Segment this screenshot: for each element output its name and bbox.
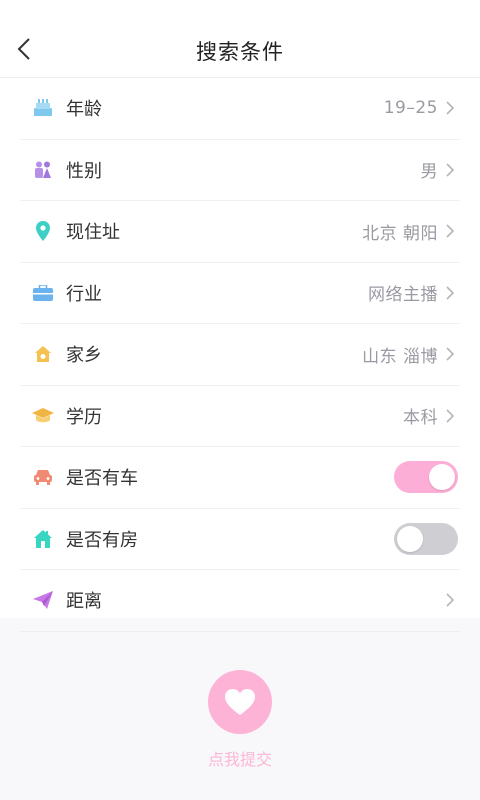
chevron-right-icon — [444, 221, 456, 241]
location-pin-icon — [32, 220, 54, 242]
row-label: 是否有房 — [66, 529, 138, 551]
chevron-right-icon — [444, 283, 456, 303]
house-icon — [32, 528, 54, 550]
briefcase-icon — [32, 282, 54, 304]
header-bar: 搜索条件 — [0, 0, 480, 78]
heart-icon — [225, 689, 255, 715]
toggle-knob — [429, 464, 455, 491]
home-icon — [32, 343, 54, 365]
row-value: 男 — [420, 162, 438, 183]
row-gender[interactable]: 性别 男 — [20, 140, 460, 201]
cake-icon — [32, 97, 54, 119]
row-current-address[interactable]: 现住址 北京 朝阳 — [20, 201, 460, 263]
row-distance[interactable]: 距离 — [20, 570, 460, 632]
row-label: 年龄 — [66, 99, 102, 121]
graduation-cap-icon — [32, 405, 54, 427]
chevron-right-icon — [444, 344, 456, 364]
row-age[interactable]: 年龄 19–25 — [20, 78, 460, 140]
row-label: 学历 — [66, 406, 102, 428]
chevron-right-icon — [444, 590, 456, 610]
row-value: 本科 — [403, 408, 438, 429]
people-icon — [32, 159, 54, 181]
submit-label[interactable]: 点我提交 — [0, 746, 480, 770]
submit-button[interactable] — [208, 670, 272, 734]
row-education[interactable]: 学历 本科 — [20, 386, 460, 447]
row-industry[interactable]: 行业 网络主播 — [20, 263, 460, 324]
row-label: 家乡 — [66, 345, 102, 367]
row-label: 现住址 — [66, 222, 120, 244]
car-icon — [32, 466, 54, 488]
row-value: 网络主播 — [368, 285, 438, 306]
chevron-right-icon — [444, 160, 456, 180]
criteria-list: 年龄 19–25 性别 男 现住址 北京 朝阳 行业 网络主播 家乡 山东 淄博… — [0, 78, 480, 632]
row-value: 山东 淄博 — [362, 346, 438, 367]
toggle-knob — [397, 525, 423, 552]
row-label: 性别 — [66, 160, 102, 182]
row-has-house: 是否有房 — [20, 509, 460, 570]
row-label: 距离 — [66, 591, 102, 613]
chevron-right-icon — [444, 406, 456, 426]
row-hometown[interactable]: 家乡 山东 淄博 — [20, 324, 460, 386]
row-value: 北京 朝阳 — [362, 223, 438, 244]
row-label: 是否有车 — [66, 468, 138, 490]
row-value: 19–25 — [383, 98, 438, 119]
paper-plane-icon — [32, 589, 54, 611]
has-house-toggle[interactable] — [394, 522, 458, 555]
submit-area: 点我提交 — [0, 670, 480, 770]
row-has-car: 是否有车 — [20, 447, 460, 509]
chevron-right-icon — [444, 98, 456, 118]
has-car-toggle[interactable] — [394, 461, 458, 494]
page-title: 搜索条件 — [196, 40, 284, 64]
row-label: 行业 — [66, 283, 102, 305]
